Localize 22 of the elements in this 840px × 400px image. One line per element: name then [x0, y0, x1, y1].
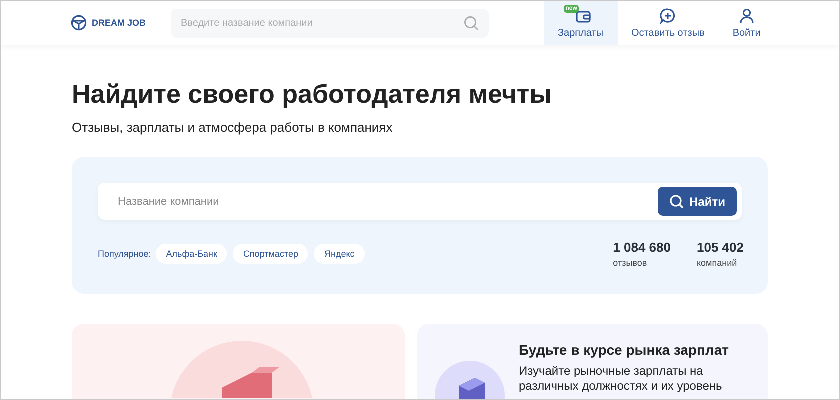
nav-tab[interactable]: Войти	[718, 1, 775, 45]
page-title: Найдите своего работодателя мечты	[72, 78, 553, 110]
stat-value: 1 084 680	[613, 240, 671, 255]
search-field[interactable]: Введите название компании	[171, 8, 489, 38]
nav-tab[interactable]: Оставить отзыв	[618, 1, 719, 45]
page-subtitle: Отзывы, зарплаты и атмосфера работы в компаниях	[72, 120, 394, 135]
plus-bubble-icon	[660, 8, 676, 24]
company-chip[interactable]: Спортмастер	[233, 244, 308, 264]
stat-label: компаний	[697, 258, 738, 268]
stat-label: отзывов	[613, 258, 648, 268]
user-icon	[738, 8, 755, 24]
stat-value: 105 402	[697, 240, 744, 255]
logo-icon	[71, 15, 87, 31]
card-text: Изучайте рыночные зарплаты на различных должностях и их уровень	[519, 364, 724, 394]
logo-text: DREAM JOB	[92, 18, 146, 28]
card-title: Будьте в курсе рынка зарплат	[519, 342, 730, 358]
company-chip[interactable]: Альфа-Банк	[156, 244, 228, 264]
search-icon	[464, 16, 479, 30]
popular-label: Популярное:	[98, 249, 152, 259]
company-chip[interactable]: Яндекс	[314, 244, 365, 264]
search-icon	[670, 194, 684, 208]
find-button[interactable]: Найти	[658, 187, 737, 216]
